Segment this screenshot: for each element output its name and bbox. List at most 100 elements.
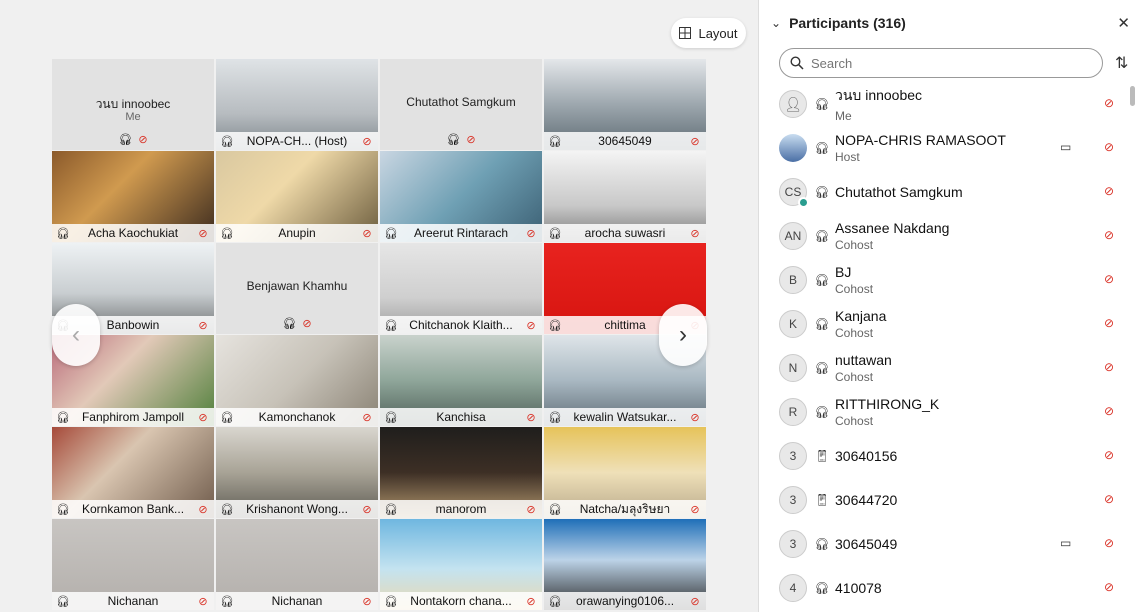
video-tile[interactable]: 🎧︎ NOPA-CH... (Host) ⊘: [216, 59, 378, 150]
participant-name: 410078: [835, 580, 882, 596]
tile-participant-name: Natcha/มลุงริษยา: [579, 501, 671, 516]
tile-name-bar: 🎧︎ arocha suwasri ⊘: [544, 224, 706, 242]
video-tile[interactable]: 🎧︎ Nontakorn chana... ⊘: [380, 519, 542, 610]
participant-name: Kanjana: [835, 308, 887, 324]
tile-name-bar: 🎧︎ Nichanan ⊘: [52, 592, 214, 610]
muted-mic-icon[interactable]: ⊘: [1104, 360, 1114, 374]
muted-mic-icon[interactable]: ⊘: [1104, 272, 1114, 286]
tile-participant-name: Chutathot Samgkum: [406, 95, 516, 109]
video-tile[interactable]: 🎧︎ Areerut Rintarach ⊘: [380, 151, 542, 242]
tile-name-bar: 🎧︎ Nontakorn chana... ⊘: [380, 592, 542, 610]
video-tile[interactable]: 🎧︎ Kamonchanok ⊘: [216, 335, 378, 426]
participant-name: Chutathot Samgkum: [835, 184, 963, 200]
participant-row[interactable]: R 🎧︎ RITTHIRONG_K Cohost ⊘: [759, 390, 1131, 434]
tile-participant-name: kewalin Watsukar...: [573, 410, 677, 424]
participant-row[interactable]: K 🎧︎ Kanjana Cohost ⊘: [759, 302, 1131, 346]
avatar: K: [779, 310, 807, 338]
video-tile[interactable]: 🎧︎ Acha Kaochukiat ⊘: [52, 151, 214, 242]
muted-mic-icon[interactable]: ⊘: [1104, 140, 1114, 154]
tile-participant-name: orawanying0106...: [575, 594, 675, 608]
sort-icon[interactable]: ⇅: [1115, 53, 1128, 73]
headset-icon: 🎧︎: [548, 503, 562, 516]
muted-mic-icon[interactable]: ⊘: [1104, 492, 1114, 506]
video-camera-icon[interactable]: ▭: [1060, 536, 1071, 550]
close-icon[interactable]: ✕: [1117, 14, 1130, 32]
video-tile[interactable]: 🎧︎ 30645049 ⊘: [544, 59, 706, 150]
tile-participant-name: Kornkamon Bank...: [81, 502, 185, 516]
video-tile[interactable]: 🎧︎ Chitchanok Klaith... ⊘: [380, 243, 542, 334]
tile-participant-name: Kamonchanok: [258, 410, 336, 424]
participant-role: Cohost: [835, 326, 874, 340]
tile-name-bar: 🎧︎ Nichanan ⊘: [216, 592, 378, 610]
headset-icon: 🎧︎: [282, 318, 297, 330]
tile-name-bar: 🎧︎ Anupin ⊘: [216, 224, 378, 242]
video-tile[interactable]: 🎧︎ Nichanan ⊘: [216, 519, 378, 610]
person-icon: 👤︎: [784, 95, 802, 112]
muted-mic-icon[interactable]: ⊘: [1104, 404, 1114, 418]
muted-mic-icon: ⊘: [198, 411, 208, 424]
tile-participant-name: Nichanan: [107, 594, 159, 608]
video-tile[interactable]: 🎧︎ Kanchisa ⊘: [380, 335, 542, 426]
video-tile[interactable]: 🎧︎ Nichanan ⊘: [52, 519, 214, 610]
participant-row[interactable]: B 🎧︎ BJ Cohost ⊘: [759, 258, 1131, 302]
participant-row[interactable]: AN 🎧︎ Assanee Nakdang Cohost ⊘: [759, 214, 1131, 258]
participant-row[interactable]: 4 🎧︎ 410078 ⊘: [759, 566, 1131, 610]
muted-mic-icon[interactable]: ⊘: [1104, 228, 1114, 242]
participant-role: Cohost: [835, 282, 874, 296]
participant-row[interactable]: 👤︎ 🎧︎ วนบ innoobec Me ⊘: [759, 82, 1131, 126]
muted-mic-icon[interactable]: ⊘: [1104, 580, 1114, 594]
participant-row[interactable]: 3 🎧︎ 30645049 ▭ ⊘: [759, 522, 1131, 566]
participant-row[interactable]: 3 📱︎ 30644720 ⊘: [759, 478, 1131, 522]
video-tile[interactable]: Chutathot Samgkum 🎧︎ ⊘: [380, 59, 542, 150]
video-tile[interactable]: 🎧︎ Krishanont Wong... ⊘: [216, 427, 378, 518]
headset-icon: 🎧︎: [548, 319, 562, 332]
prev-page-button[interactable]: ‹: [52, 304, 100, 366]
video-tile[interactable]: 🎧︎ orawanying0106... ⊘: [544, 519, 706, 610]
chevron-left-icon: ‹: [72, 321, 80, 348]
avatar-initials: R: [788, 405, 798, 419]
participant-row[interactable]: N 🎧︎ nuttawan Cohost ⊘: [759, 346, 1131, 390]
participant-search[interactable]: [779, 48, 1103, 78]
tile-name-bar: 🎧︎ orawanying0106... ⊘: [544, 592, 706, 610]
video-tile[interactable]: 🎧︎ manorom ⊘: [380, 427, 542, 518]
tile-name-bar: 🎧︎ 30645049 ⊘: [544, 132, 706, 150]
tile-participant-name: Benjawan Khamhu: [246, 279, 348, 293]
next-page-button[interactable]: ›: [659, 304, 707, 366]
headset-icon: 🎧︎: [220, 595, 234, 608]
video-tile[interactable]: Benjawan Khamhu 🎧︎ ⊘: [216, 243, 378, 334]
headset-icon: 🎧︎: [814, 405, 830, 419]
tile-participant-name: arocha suwasri: [584, 226, 666, 240]
video-tile[interactable]: 🎧︎ Natcha/มลุงริษยา ⊘: [544, 427, 706, 518]
collapse-chevron-icon[interactable]: ⌄: [771, 16, 781, 30]
avatar: 4: [779, 574, 807, 602]
muted-mic-icon[interactable]: ⊘: [1104, 184, 1114, 198]
video-tile[interactable]: 🎧︎ Kornkamon Bank... ⊘: [52, 427, 214, 518]
video-tile[interactable]: 🎧︎ Anupin ⊘: [216, 151, 378, 242]
muted-mic-icon: ⊘: [198, 503, 208, 516]
participant-name: 30645049: [835, 536, 898, 552]
tile-participant-name: Chitchanok Klaith...: [409, 318, 513, 332]
muted-mic-icon[interactable]: ⊘: [1104, 96, 1114, 110]
participant-row[interactable]: CS 🎧︎ Chutathot Samgkum ⊘: [759, 170, 1131, 214]
search-input[interactable]: [811, 55, 1071, 71]
participant-name: BJ: [835, 264, 852, 280]
video-camera-icon[interactable]: ▭: [1060, 140, 1071, 154]
avatar: B: [779, 266, 807, 294]
scrollbar[interactable]: [1130, 86, 1135, 106]
video-tile[interactable]: 🎧︎ arocha suwasri ⊘: [544, 151, 706, 242]
video-tile[interactable]: วนบ innoobec Me 🎧︎ ⊘: [52, 59, 214, 150]
muted-mic-icon[interactable]: ⊘: [1104, 448, 1114, 462]
headset-icon: 🎧︎: [814, 317, 830, 331]
headset-icon: 🎧︎: [548, 595, 562, 608]
participant-info: RITTHIRONG_K Cohost: [835, 396, 1131, 428]
participant-row[interactable]: 3 📱︎ 30640156 ⊘: [759, 434, 1131, 478]
participant-row[interactable]: 🎧︎ NOPA-CHRIS RAMASOOT Host ▭ ⊘: [759, 126, 1131, 170]
tile-name-bar: 🎧︎ Chitchanok Klaith... ⊘: [380, 316, 542, 334]
participants-header: ⌄ Participants (316) ✕: [759, 0, 1141, 46]
avatar-initials: CS: [784, 185, 802, 199]
participant-info: Assanee Nakdang Cohost: [835, 220, 1131, 252]
muted-mic-icon[interactable]: ⊘: [1104, 536, 1114, 550]
layout-button[interactable]: Layout: [671, 18, 746, 48]
headset-icon: 🎧︎: [814, 537, 830, 551]
muted-mic-icon[interactable]: ⊘: [1104, 316, 1114, 330]
